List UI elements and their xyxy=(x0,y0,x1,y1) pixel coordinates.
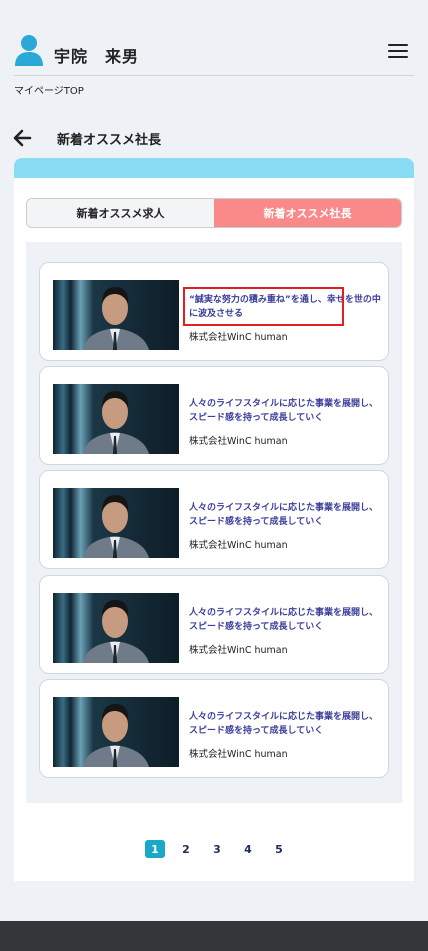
card-company: 株式会社WinC human xyxy=(189,645,288,656)
president-card[interactable]: 人々のライフスタイルに応じた事業を展開し、スピード感を持って成長していく 株式会… xyxy=(39,679,389,778)
page-2-button[interactable]: 2 xyxy=(176,840,196,858)
card-title: 人々のライフスタイルに応じた事業を展開し、スピード感を持って成長していく xyxy=(189,712,379,736)
header: 宇院 来男 xyxy=(0,0,428,76)
card-company: 株式会社WinC human xyxy=(189,540,288,551)
president-card[interactable]: 人々のライフスタイルに応じた事業を展開し、スピード感を持って成長していく 株式会… xyxy=(39,366,389,465)
tab-new-jobs[interactable]: 新着オススメ求人 xyxy=(27,199,214,227)
president-photo xyxy=(53,280,179,350)
highlight-box xyxy=(183,287,344,326)
tab-bar: 新着オススメ求人 新着オススメ社長 xyxy=(26,198,402,228)
page-5-button[interactable]: 5 xyxy=(269,840,289,858)
card-title: 人々のライフスタイルに応じた事業を展開し、スピード感を持って成長していく xyxy=(189,503,379,527)
back-arrow-icon[interactable] xyxy=(12,129,32,147)
president-photo xyxy=(53,384,179,454)
president-card[interactable]: 人々のライフスタイルに応じた事業を展開し、スピード感を持って成長していく 株式会… xyxy=(39,470,389,569)
header-divider xyxy=(14,75,414,76)
hamburger-menu-icon[interactable] xyxy=(388,44,408,62)
president-photo xyxy=(53,593,179,663)
page-title: 新着オススメ社長 xyxy=(57,133,162,148)
panel-top-bar xyxy=(14,158,414,178)
president-photo xyxy=(53,488,179,558)
card-company: 株式会社WinC human xyxy=(189,332,288,343)
page-3-button[interactable]: 3 xyxy=(207,840,227,858)
user-avatar-icon xyxy=(15,35,43,66)
footer xyxy=(0,921,428,951)
page-1-button[interactable]: 1 xyxy=(145,840,165,858)
pagination: 1 2 3 4 5 xyxy=(145,840,300,858)
president-list: “誠実な努力の積み重ね”を通し、幸せを世の中に波及させる 株式会社WinC hu… xyxy=(26,242,402,803)
card-company: 株式会社WinC human xyxy=(189,749,288,760)
breadcrumb-mypage-top[interactable]: マイページTOP xyxy=(14,82,84,97)
president-card[interactable]: “誠実な努力の積み重ね”を通し、幸せを世の中に波及させる 株式会社WinC hu… xyxy=(39,262,389,361)
president-card[interactable]: 人々のライフスタイルに応じた事業を展開し、スピード感を持って成長していく 株式会… xyxy=(39,575,389,674)
user-name: 宇院 来男 xyxy=(54,47,140,66)
page-4-button[interactable]: 4 xyxy=(238,840,258,858)
card-title: 人々のライフスタイルに応じた事業を展開し、スピード感を持って成長していく xyxy=(189,399,379,423)
tab-new-presidents[interactable]: 新着オススメ社長 xyxy=(214,199,401,227)
content-panel: 新着オススメ求人 新着オススメ社長 “誠実な努力の積み重ね”を通し、幸せを世の中… xyxy=(14,158,414,881)
card-company: 株式会社WinC human xyxy=(189,436,288,447)
president-photo xyxy=(53,697,179,767)
card-title: 人々のライフスタイルに応じた事業を展開し、スピード感を持って成長していく xyxy=(189,608,379,632)
